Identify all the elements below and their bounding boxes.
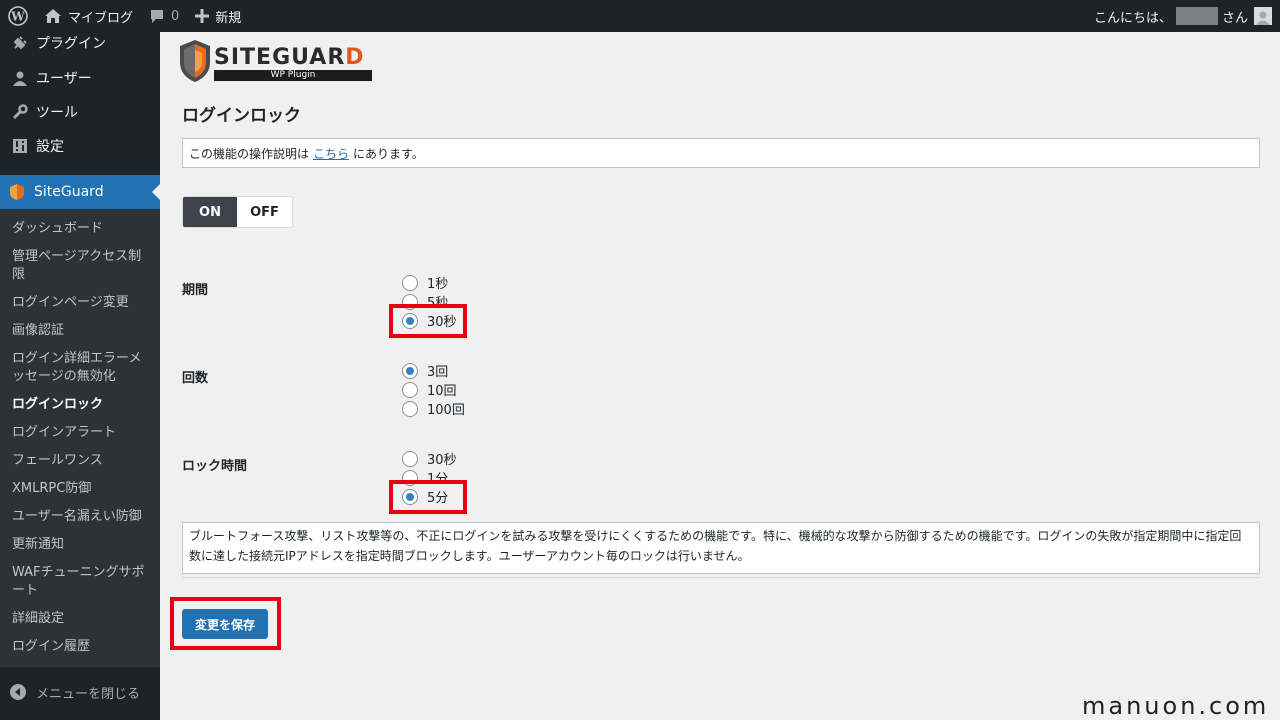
submenu-item-login-lock[interactable]: ログインロック: [0, 391, 160, 419]
count-option-10[interactable]: 10回: [402, 380, 465, 399]
count-option-3[interactable]: 3回: [402, 361, 465, 380]
plugin-icon: [10, 33, 30, 53]
collapse-arrow-icon: [10, 684, 26, 700]
submenu-item-xmlrpc[interactable]: XMLRPC防御: [0, 475, 160, 503]
menu-item-siteguard[interactable]: SiteGuard: [0, 175, 160, 209]
lock-time-label: ロック時間: [182, 459, 248, 474]
submenu-item-waf-tuning[interactable]: WAFチューニングサポート: [0, 559, 160, 605]
greeting: こんにちは、: [1093, 10, 1172, 26]
submenu-item-fail-once[interactable]: フェールワンス: [0, 447, 160, 475]
logo-accent-letter: D: [345, 44, 365, 70]
submenu-item-login-page[interactable]: ログインページ変更: [0, 289, 160, 317]
comment-icon: [149, 9, 165, 24]
user-icon: [10, 68, 30, 88]
watermark: manuon.com: [1082, 692, 1270, 720]
highlight-box-lock-time: [389, 480, 467, 514]
settings-icon: [10, 136, 30, 156]
siteguard-shield-icon: [10, 184, 24, 200]
logo-main-text: SITEGUAR: [214, 44, 346, 70]
comments-count: 0: [171, 8, 180, 24]
greeting-suffix: さん: [1221, 10, 1248, 26]
logo-subtitle: WP Plugin: [214, 69, 372, 81]
divider: [182, 577, 1260, 578]
lock-time-option-30s[interactable]: 30秒: [402, 449, 457, 468]
admin-sidebar: プラグイン ユーザー ツール 設定 SiteGuard ダッシュボード 管理ペー…: [0, 32, 160, 720]
help-notice: この機能の操作説明は こちら にあります。: [182, 138, 1260, 168]
site-name: マイブログ: [68, 10, 134, 26]
avatar: [1254, 7, 1272, 25]
plus-icon: [195, 9, 210, 23]
period-label: 期間: [182, 283, 209, 298]
menu-item-settings[interactable]: 設定: [0, 129, 160, 163]
count-label: 回数: [182, 371, 209, 386]
menu-item-users[interactable]: ユーザー: [0, 61, 160, 95]
submenu-item-username-protect[interactable]: ユーザー名漏えい防御: [0, 503, 160, 531]
submenu-item-login-alert[interactable]: ログインアラート: [0, 419, 160, 447]
menu-item-plugins[interactable]: プラグイン: [0, 26, 160, 60]
home-icon: [44, 8, 62, 24]
toggle-off-button[interactable]: OFF: [237, 197, 292, 227]
count-option-100[interactable]: 100回: [402, 399, 465, 418]
wrench-icon: [10, 102, 30, 122]
help-link[interactable]: こちら: [313, 145, 349, 162]
period-option-1s[interactable]: 1秒: [402, 273, 457, 292]
collapse-menu-button[interactable]: メニューを閉じる: [0, 677, 160, 707]
toggle-on-button[interactable]: ON: [183, 197, 237, 227]
siteguard-logo: SITEGUARD WP Plugin: [180, 40, 372, 86]
new-label: 新規: [215, 10, 242, 26]
new-content-link[interactable]: 新規: [187, 0, 249, 32]
redacted-username: [1175, 7, 1218, 25]
siteguard-logo-shield-icon: [180, 40, 210, 86]
menu-item-tools[interactable]: ツール: [0, 95, 160, 129]
admin-bar: W マイブログ 0 新規 こんにちは、 さん: [0, 0, 1280, 32]
submenu-item-advanced[interactable]: 詳細設定: [0, 605, 160, 633]
highlight-box-period: [389, 304, 467, 338]
submenu-item-captcha[interactable]: 画像認証: [0, 317, 160, 345]
submenu-item-dashboard[interactable]: ダッシュボード: [0, 215, 160, 243]
feature-description: ブルートフォース攻撃、リスト攻撃等の、不正にログインを試みる攻撃を受けにくくする…: [182, 522, 1260, 574]
page-title: ログインロック: [182, 106, 301, 126]
save-changes-button[interactable]: 変更を保存: [182, 609, 268, 639]
count-radio-group: 3回 10回 100回: [402, 361, 465, 418]
submenu-item-login-history[interactable]: ログイン履歴: [0, 633, 160, 661]
on-off-toggle: ON OFF: [182, 196, 293, 228]
svg-text:W: W: [10, 10, 25, 24]
submenu-item-login-error[interactable]: ログイン詳細エラーメッセージの無効化: [0, 345, 160, 391]
submenu-item-admin-access[interactable]: 管理ページアクセス制限: [0, 243, 160, 289]
submenu-item-update-notify[interactable]: 更新通知: [0, 531, 160, 559]
my-account[interactable]: こんにちは、 さん: [1094, 0, 1280, 32]
siteguard-submenu: ダッシュボード 管理ページアクセス制限 ログインページ変更 画像認証 ログイン詳…: [0, 209, 160, 667]
main-content: SITEGUARD WP Plugin ログインロック この機能の操作説明は こ…: [160, 32, 1280, 720]
